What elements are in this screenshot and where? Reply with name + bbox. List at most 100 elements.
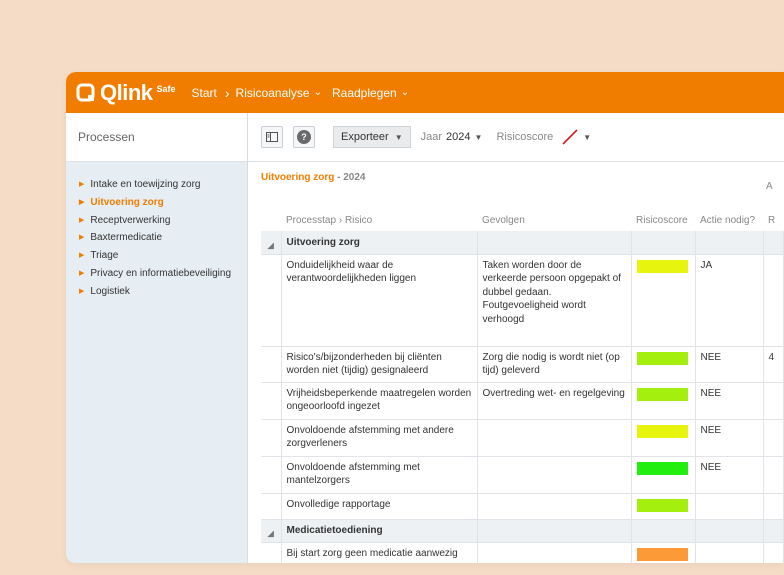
brand-logo[interactable]: Qlink Safe [76,80,176,106]
risicoscore-cell [631,346,696,383]
group-collapse-cell[interactable]: ◢ [261,231,282,255]
sidebar-item-label: Intake en toewijzing zorg [90,179,201,190]
group-collapse-cell[interactable]: ◢ [261,519,282,543]
chevron-down-icon: ⌄ [400,87,410,98]
table-row[interactable]: Bij start zorg geen medicatie aanwezig [261,542,784,563]
actie-cell: NEE [695,382,764,420]
collapse-triangle-icon: ◢ [267,241,274,250]
risico-cell: Onvoldoende afstemming met mantelzorgers [281,456,478,494]
sidebar-item[interactable]: ▶ Privacy en informatiebeveiliging [79,265,247,283]
gevolgen-cell: Overtreding wet- en regelgeving [477,382,632,420]
help-button[interactable]: ? [293,126,315,148]
group-row[interactable]: ◢ Medicatietoediening [261,519,784,543]
table-row[interactable]: Onvolledige rapportage [261,493,784,520]
year-selector[interactable]: Jaar 2024 ▼ [421,131,483,143]
app-window: Qlink Safe Start › Risicoanalyse ⌄ Raadpl… [66,72,784,563]
risk-score-bar [636,424,688,438]
row-spacer [261,254,282,347]
sidebar-item[interactable]: ▶ Intake en toewijzing zorg [79,176,247,194]
nav-risicoanalyse[interactable]: Risicoanalyse ⌄ [236,86,322,100]
group-label: Medicatietoediening [281,519,478,543]
export-dropdown[interactable]: Exporteer ▼ [333,126,411,148]
caret-right-icon: ▶ [79,287,85,295]
table-header-row: Processtap › Risico Gevolgen Risicoscore… [261,209,783,231]
sidebar-item[interactable]: ▶ Triage [79,247,247,265]
help-icon: ? [297,130,311,144]
score-swatch-icon [562,129,578,145]
caret-right-icon: ▶ [79,198,85,206]
group-cell [631,519,696,543]
process-list: ▶ Intake en toewijzing zorg ▶ Uitvoering zo… [66,162,247,301]
risk-score-selector[interactable]: Risicoscore ▼ [496,128,591,146]
risk-score-bar [636,461,688,475]
actie-cell: NEE [695,346,764,383]
group-label: Uitvoering zorg [281,231,478,255]
sidebar-item[interactable]: ▶ Uitvoering zorg [79,194,247,212]
chevron-down-icon: ⌄ [313,87,322,98]
header-toggle [261,209,281,231]
nav-raadplegen[interactable]: Raadplegen ⌄ [332,86,409,100]
header-extra[interactable]: R [763,209,783,231]
table-row[interactable]: Onvoldoende afstemming met andere zorgve… [261,419,784,457]
chevron-right-icon: › [224,84,230,101]
extra-cell: 4 [763,346,784,383]
caret-down-icon: ▼ [394,132,403,142]
risico-cell: Vrijheidsbeperkende maatregelen worden o… [281,382,478,420]
risk-table: Processtap › Risico Gevolgen Risicoscore… [261,209,784,563]
group-cell [477,519,632,543]
risk-score-bar [636,259,688,273]
sidebar-item-label: Logistiek [90,285,130,297]
sidebar-item[interactable]: ▶ Baxtermedicatie [79,229,247,247]
risk-score-bar [636,498,688,512]
risicoscore-cell [631,542,696,563]
risicoscore-cell [631,254,696,347]
risicoscore-cell [631,382,696,420]
table-row[interactable]: Risico's/bijzonderheden bij cliënten wor… [261,346,784,383]
sidebar-item[interactable]: ▶ Receptverwerking [79,212,247,230]
gevolgen-cell: Taken worden door de verkeerde persoon o… [477,254,632,347]
caret-right-icon: ▶ [79,252,85,260]
group-cell [763,231,784,255]
table-row[interactable]: Onduidelijkheid waar de verantwoordelijk… [261,254,784,347]
nav-start[interactable]: Start [192,86,217,100]
gevolgen-cell [477,419,632,457]
gevolgen-cell [477,456,632,494]
extra-cell [763,493,784,520]
sidebar-layout-icon [266,132,278,142]
sidebar-item-label: Privacy en informatiebeveiliging [90,267,232,279]
group-cell [477,231,632,255]
sidebar-item[interactable]: ▶ Logistiek [79,283,247,301]
risico-cell: Onvolledige rapportage [281,493,478,520]
top-navigation-bar: Qlink Safe Start › Risicoanalyse ⌄ Raadpl… [66,72,784,113]
sidebar-item-label: Uitvoering zorg [90,196,164,208]
group-cell [763,519,784,543]
header-processtap-risico[interactable]: Processtap › Risico [281,209,477,231]
cut-off-column-label: A [766,181,773,192]
risicoscore-cell [631,419,696,457]
panel-toggle-button[interactable] [261,126,283,148]
risk-score-bar [636,547,688,561]
table-body: ◢ Uitvoering zorg Onduidelijkheid waar de … [261,231,784,563]
year-value: 2024 [446,131,471,143]
header-risicoscore[interactable]: Risicoscore [631,209,695,231]
nav-raadplegen-label: Raadplegen [331,85,397,100]
risico-cell: Risico's/bijzonderheden bij cliënten wor… [281,346,478,383]
row-spacer [261,456,282,494]
sidebar-item-label: Baxtermedicatie [90,232,163,244]
content-year: - 2024 [337,172,366,183]
header-gevolgen[interactable]: Gevolgen [477,209,631,231]
actie-cell: JA [695,254,764,347]
actie-cell [695,542,764,563]
nav-start-label: Start [191,85,217,100]
actie-cell: NEE [695,456,764,494]
caret-down-icon: ▼ [474,132,483,142]
table-row[interactable]: Onvoldoende afstemming met mantelzorgers… [261,456,784,494]
gevolgen-cell [477,542,632,563]
year-label: Jaar [420,131,443,143]
header-risico: Risico [344,214,373,226]
risk-score-label: Risicoscore [496,131,554,143]
group-row[interactable]: ◢ Uitvoering zorg [261,231,784,255]
caret-right-icon: ▶ [79,181,85,188]
table-row[interactable]: Vrijheidsbeperkende maatregelen worden o… [261,382,784,420]
header-actie[interactable]: Actie nodig? [695,209,763,231]
